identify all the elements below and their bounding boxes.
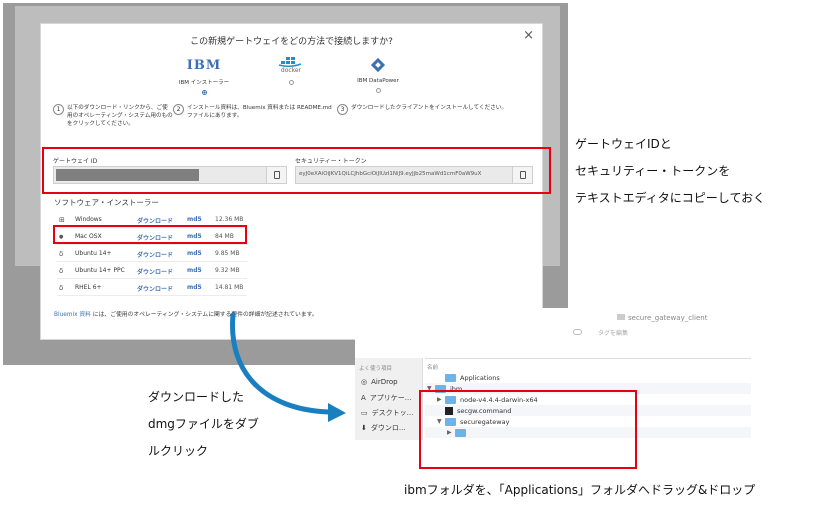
curved-arrow-icon: [230, 312, 346, 422]
annotation-dmg-line2: dmgファイルをダブ: [148, 417, 259, 431]
annotation-dmg-line1: ダウンロードした: [148, 390, 245, 404]
annotation-dmg-line3: ルクリック: [148, 444, 209, 458]
annotation-drag: ibmフォルダを、「Applications」フォルダへドラッグ&ドロップ: [404, 483, 756, 497]
